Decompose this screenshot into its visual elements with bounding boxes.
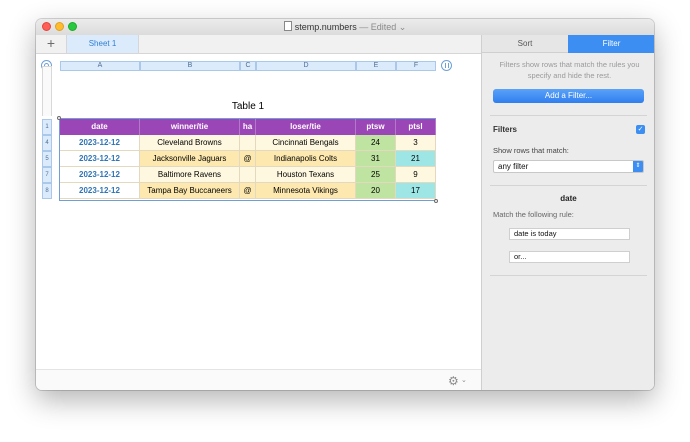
cell-ptsl[interactable]: 17 [396, 183, 436, 199]
tab-sheet-1[interactable]: Sheet 1 [66, 35, 139, 53]
add-filter-button[interactable]: Add a Filter... [493, 89, 644, 103]
divider [490, 275, 647, 276]
cell-date[interactable]: 2023-12-12 [60, 183, 140, 199]
cell-date[interactable]: 2023-12-12 [60, 135, 140, 151]
header-cell-ha[interactable]: ha [240, 119, 256, 135]
window-title: stemp.numbers — Edited ⌄ [36, 21, 654, 33]
status-bar: ⚙ ⌄ [36, 369, 481, 390]
table-title[interactable]: Table 1 [216, 101, 280, 112]
row-header[interactable]: 1 [42, 119, 52, 135]
header-cell-date[interactable]: date [60, 119, 140, 135]
chevron-updown-icon: ⇕ [633, 161, 643, 172]
gear-icon[interactable]: ⚙ [448, 374, 459, 388]
filters-enabled-checkbox[interactable]: ✓ [636, 125, 645, 134]
cell-ha[interactable]: @ [240, 183, 256, 199]
sheet-tab-bar: + Sheet 1 [36, 35, 481, 54]
column-header-d[interactable]: D [256, 61, 356, 71]
tab-sort[interactable]: Sort [482, 35, 568, 53]
cell-winner[interactable]: Cleveland Browns [140, 135, 240, 151]
inspector-panel: Sort Filter Filters show rows that match… [481, 35, 654, 390]
match-mode-value: any filter [498, 162, 529, 171]
cell-winner[interactable]: Baltimore Ravens [140, 167, 240, 183]
cell-ptsl[interactable]: 21 [396, 151, 436, 167]
column-header-a[interactable]: A [60, 61, 140, 71]
column-header-b[interactable]: B [140, 61, 240, 71]
cell-date[interactable]: 2023-12-12 [60, 151, 140, 167]
header-cell-winner[interactable]: winner/tie [140, 119, 240, 135]
numbers-window: stemp.numbers — Edited ⌄ + Sheet 1 Table… [36, 19, 654, 390]
row-header[interactable]: 5 [42, 151, 52, 167]
cell-ptsw[interactable]: 31 [356, 151, 396, 167]
cell-ptsw[interactable]: 25 [356, 167, 396, 183]
inspector-tabs: Sort Filter [482, 35, 654, 53]
column-header-f[interactable]: F [396, 61, 436, 71]
window-edited-status[interactable]: — Edited ⌄ [359, 22, 406, 32]
cell-ptsl[interactable]: 9 [396, 167, 436, 183]
window-filename: stemp.numbers [294, 22, 357, 32]
title-bar: stemp.numbers — Edited ⌄ [36, 19, 654, 36]
add-sheet-button[interactable]: + [44, 35, 58, 53]
show-rows-label: Show rows that match: [493, 146, 569, 155]
filter-hint-text: Filters show rows that match the rules y… [499, 60, 640, 80]
chevron-down-icon[interactable]: ⌄ [461, 376, 467, 384]
rule-field-or[interactable]: or... [509, 251, 630, 263]
row-header[interactable]: 7 [42, 167, 52, 183]
cell-ha[interactable] [240, 135, 256, 151]
header-cell-ptsw[interactable]: ptsw [356, 119, 396, 135]
rule-field-1[interactable]: date is today [509, 228, 630, 240]
document-icon [283, 21, 292, 31]
divider [490, 185, 647, 186]
cell-ptsw[interactable]: 24 [356, 135, 396, 151]
cell-loser[interactable]: Houston Texans [256, 167, 356, 183]
cell-loser[interactable]: Cincinnati Bengals [256, 135, 356, 151]
cell-ptsw[interactable]: 20 [356, 183, 396, 199]
row-header[interactable]: 4 [42, 135, 52, 151]
row-header-gutter [42, 66, 52, 116]
header-cell-ptsl[interactable]: ptsl [396, 119, 436, 135]
cell-ptsl[interactable]: 3 [396, 135, 436, 151]
cell-loser[interactable]: Indianapolis Colts [256, 151, 356, 167]
row-header[interactable]: 8 [42, 183, 52, 199]
rule-column-name: date [560, 194, 577, 203]
sheet-canvas[interactable]: Table 1 A B C D E F 1 4 5 7 8 date winner/tie ha loser… [36, 54, 481, 369]
cell-ha[interactable] [240, 167, 256, 183]
cell-date[interactable]: 2023-12-12 [60, 167, 140, 183]
column-resize-handle[interactable] [441, 60, 452, 71]
divider [490, 115, 647, 116]
column-header-e[interactable]: E [356, 61, 396, 71]
header-cell-loser[interactable]: loser/tie [256, 119, 356, 135]
cell-winner[interactable]: Tampa Bay Buccaneers [140, 183, 240, 199]
resize-handle[interactable] [434, 199, 438, 203]
tab-filter[interactable]: Filter [568, 35, 654, 53]
resize-handle[interactable] [57, 116, 61, 120]
column-header-c[interactable]: C [240, 61, 256, 71]
cell-winner[interactable]: Jacksonville Jaguars [140, 151, 240, 167]
cell-ha[interactable]: @ [240, 151, 256, 167]
cell-loser[interactable]: Minnesota Vikings [256, 183, 356, 199]
filters-section-label: Filters [493, 125, 518, 134]
match-mode-select[interactable]: any filter ⇕ [493, 160, 644, 173]
rule-match-label: Match the following rule: [493, 210, 574, 219]
